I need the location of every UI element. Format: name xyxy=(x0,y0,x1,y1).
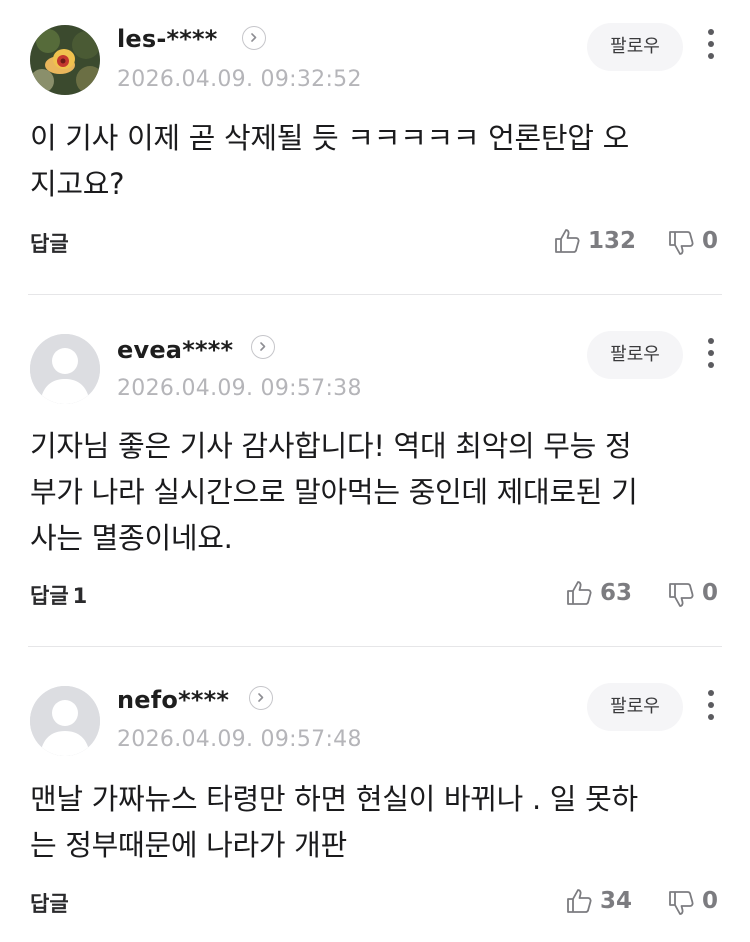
comment-date: 2026.04.09. 09:57:38 xyxy=(117,376,362,401)
comment-nickname[interactable]: les-**** xyxy=(117,25,218,53)
comment-text: 맨날 가짜뉴스 타령만 하면 현실이 바뀌나 . 일 못하 는 정부때문에 나라… xyxy=(30,776,720,868)
dislike-count: 0 xyxy=(702,888,719,914)
dislike-count: 0 xyxy=(702,228,719,254)
comment-text-line: 는 정부때문에 나라가 개판 xyxy=(30,828,347,862)
like-count: 34 xyxy=(600,888,633,914)
reply-button[interactable]: 답글 xyxy=(30,888,73,918)
divider xyxy=(28,646,722,647)
reply-label: 답글 xyxy=(30,584,69,608)
avatar[interactable] xyxy=(30,334,100,404)
follow-button[interactable]: 팔로우 xyxy=(587,23,683,71)
comment-text: 기자님 좋은 기사 감사합니다! 역대 최악의 무능 정 부가 나라 실시간으로… xyxy=(30,423,720,561)
like-count: 63 xyxy=(600,580,633,606)
reply-button[interactable]: 답글 xyxy=(30,228,73,258)
comment-text-line: 맨날 가짜뉴스 타령만 하면 현실이 바뀌나 . 일 못하 xyxy=(30,782,638,816)
dislike-count: 0 xyxy=(702,580,719,606)
follow-button[interactable]: 팔로우 xyxy=(587,331,683,379)
comment-nickname[interactable]: evea**** xyxy=(117,336,233,364)
thumbs-down-icon xyxy=(669,231,694,255)
reply-label: 답글 xyxy=(30,892,69,916)
thumbs-up-icon xyxy=(567,889,592,913)
reply-label: 답글 xyxy=(30,232,69,256)
comment-date: 2026.04.09. 09:32:52 xyxy=(117,67,362,92)
comment-nickname[interactable]: nefo**** xyxy=(117,686,229,714)
comment-text: 이 기사 이제 곧 삭제될 듯 ㅋㅋㅋㅋㅋ 언론탄압 오 지고요? xyxy=(30,115,720,207)
avatar[interactable] xyxy=(30,25,100,95)
comment-text-line: 기자님 좋은 기사 감사합니다! 역대 최악의 무능 정 xyxy=(30,429,632,463)
comment-text-line: 부가 나라 실시간으로 말아먹는 중인데 제대로된 기 xyxy=(30,475,638,509)
reply-count: 1 xyxy=(72,584,88,608)
thumbs-down-icon xyxy=(669,583,694,607)
thumbs-up-icon xyxy=(555,229,580,253)
chevron-right-icon[interactable] xyxy=(249,686,273,710)
more-vertical-icon[interactable] xyxy=(700,336,722,370)
more-vertical-icon[interactable] xyxy=(700,688,722,722)
thumbs-down-icon xyxy=(669,891,694,915)
like-count: 132 xyxy=(588,228,637,254)
comment-text-line: 지고요? xyxy=(30,167,125,201)
reply-button[interactable]: 답글 1 xyxy=(30,580,87,610)
more-vertical-icon[interactable] xyxy=(700,27,722,61)
divider xyxy=(28,294,722,295)
follow-button[interactable]: 팔로우 xyxy=(587,683,683,731)
comment-text-line: 사는 멸종이네요. xyxy=(30,521,233,555)
comment-text-line: 이 기사 이제 곧 삭제될 듯 ㅋㅋㅋㅋㅋ 언론탄압 오 xyxy=(30,121,629,155)
avatar[interactable] xyxy=(30,686,100,756)
comment-date: 2026.04.09. 09:57:48 xyxy=(117,727,362,752)
chevron-right-icon[interactable] xyxy=(242,26,266,50)
chevron-right-icon[interactable] xyxy=(251,335,275,359)
thumbs-up-icon xyxy=(567,581,592,605)
